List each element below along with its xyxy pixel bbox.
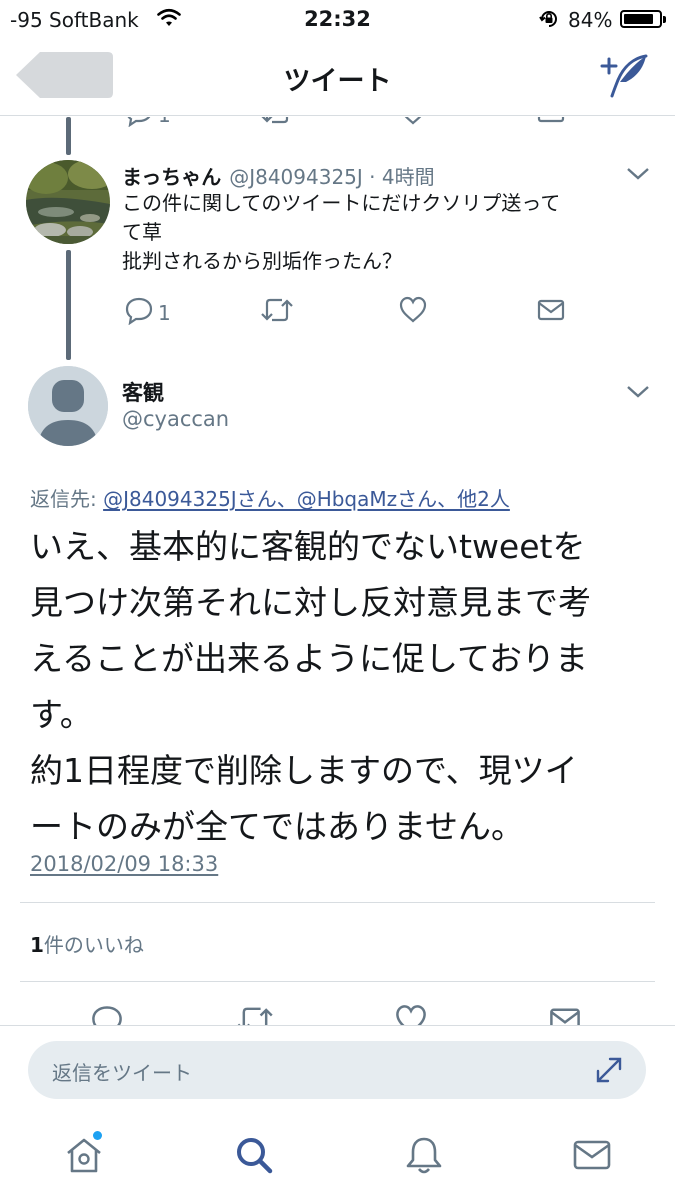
reply-input[interactable]: 返信をツイート (28, 1041, 646, 1099)
default-avatar[interactable] (28, 366, 108, 446)
reply-tweet-actions: 1 (110, 295, 590, 335)
handle[interactable]: @cyaccan (122, 407, 229, 431)
reply-icon (127, 117, 151, 127)
heart-icon (396, 1005, 426, 1025)
new-content-dot (93, 1131, 102, 1140)
reply-count: 1 (158, 301, 171, 325)
thread-line (66, 117, 71, 155)
reply-button[interactable]: 1 (124, 295, 171, 335)
heart-icon (404, 117, 422, 125)
home-icon (67, 1138, 101, 1173)
retweet-button[interactable] (260, 117, 294, 137)
reply-composer-bar: 返信をツイート (0, 1025, 675, 1115)
mail-icon (550, 1008, 580, 1025)
likes-summary[interactable]: 1件のいいね (30, 929, 144, 958)
tweet-timestamp[interactable]: 2018/02/09 18:33 (30, 852, 218, 876)
retweet-icon (261, 298, 293, 322)
tab-search[interactable] (232, 1133, 276, 1177)
tab-home[interactable] (62, 1133, 106, 1177)
retweet-button[interactable] (236, 1003, 274, 1025)
default-profile-icon (28, 366, 108, 446)
dm-button[interactable] (548, 1003, 582, 1025)
reply-placeholder: 返信をツイート (52, 1061, 192, 1085)
bell-icon (406, 1137, 442, 1174)
dm-button[interactable] (536, 117, 566, 137)
compose-feather-icon (600, 54, 648, 98)
nav-bar: ツイート (0, 40, 675, 116)
like-button[interactable] (398, 295, 428, 335)
divider (20, 981, 655, 982)
divider (20, 902, 655, 903)
reply-button[interactable] (90, 1003, 124, 1025)
likes-label: 件のいいね (43, 933, 144, 957)
search-icon (237, 1138, 273, 1174)
expand-icon[interactable] (594, 1055, 624, 1085)
heart-icon (399, 296, 427, 323)
chevron-down-icon[interactable] (625, 383, 651, 401)
page-title: ツイート (283, 66, 392, 97)
nature-photo-icon (26, 160, 110, 244)
main-tweet-actions (90, 1003, 580, 1025)
reply-tweet-text: この件に関してのツイートにだけクソリプ送って て草 批判されるから別垢作ったん？ (122, 191, 561, 273)
chevron-down-icon[interactable] (625, 165, 651, 183)
mail-icon (537, 299, 565, 321)
mail-icon (573, 1140, 611, 1170)
battery-icon (620, 10, 666, 28)
handle-time: @J84094325J · 4時間 (229, 165, 435, 189)
tab-bar (0, 1115, 675, 1200)
compose-tweet-button[interactable] (598, 52, 650, 100)
reply-to-label: 返信先: (30, 487, 97, 511)
tweet-text: いえ、基本的に客観的でないtweetを 見つけ次第それに対し反対意見まで考 える… (30, 527, 591, 846)
reply-tweet-header: まっちゃん @J84094325J · 4時間 (122, 161, 435, 190)
prev-tweet-actions: 1 (110, 117, 590, 137)
tab-messages[interactable] (570, 1133, 614, 1177)
retweet-icon (237, 1007, 273, 1025)
reply-icon (92, 1006, 122, 1025)
display-name[interactable]: まっちゃん (122, 165, 221, 189)
display-name[interactable]: 客観 (122, 377, 164, 407)
dm-button[interactable] (536, 295, 566, 335)
like-button[interactable] (394, 1003, 428, 1025)
like-button[interactable] (398, 117, 428, 137)
avatar[interactable] (26, 160, 110, 244)
thread-line (66, 250, 71, 360)
tweet-thread[interactable]: 1 まっちゃん @J84094325J · 4時間 (0, 117, 675, 1025)
battery-percent: 84% (568, 8, 613, 32)
retweet-button[interactable] (260, 295, 294, 335)
likes-count: 1 (30, 933, 44, 957)
reply-to-mentions[interactable]: @J84094325Jさん、@HbqaMzさん、他2人 (103, 487, 510, 511)
retweet-icon (261, 117, 289, 124)
status-bar: -95 SoftBank 22:32 84% (0, 0, 675, 40)
reply-icon (125, 297, 153, 325)
mail-icon (537, 117, 565, 123)
reply-to-line: 返信先: @J84094325Jさん、@HbqaMzさん、他2人 (30, 483, 510, 512)
rotation-lock-icon (538, 8, 560, 35)
reply-button[interactable]: 1 (124, 117, 171, 137)
tab-notifications[interactable] (402, 1133, 446, 1177)
